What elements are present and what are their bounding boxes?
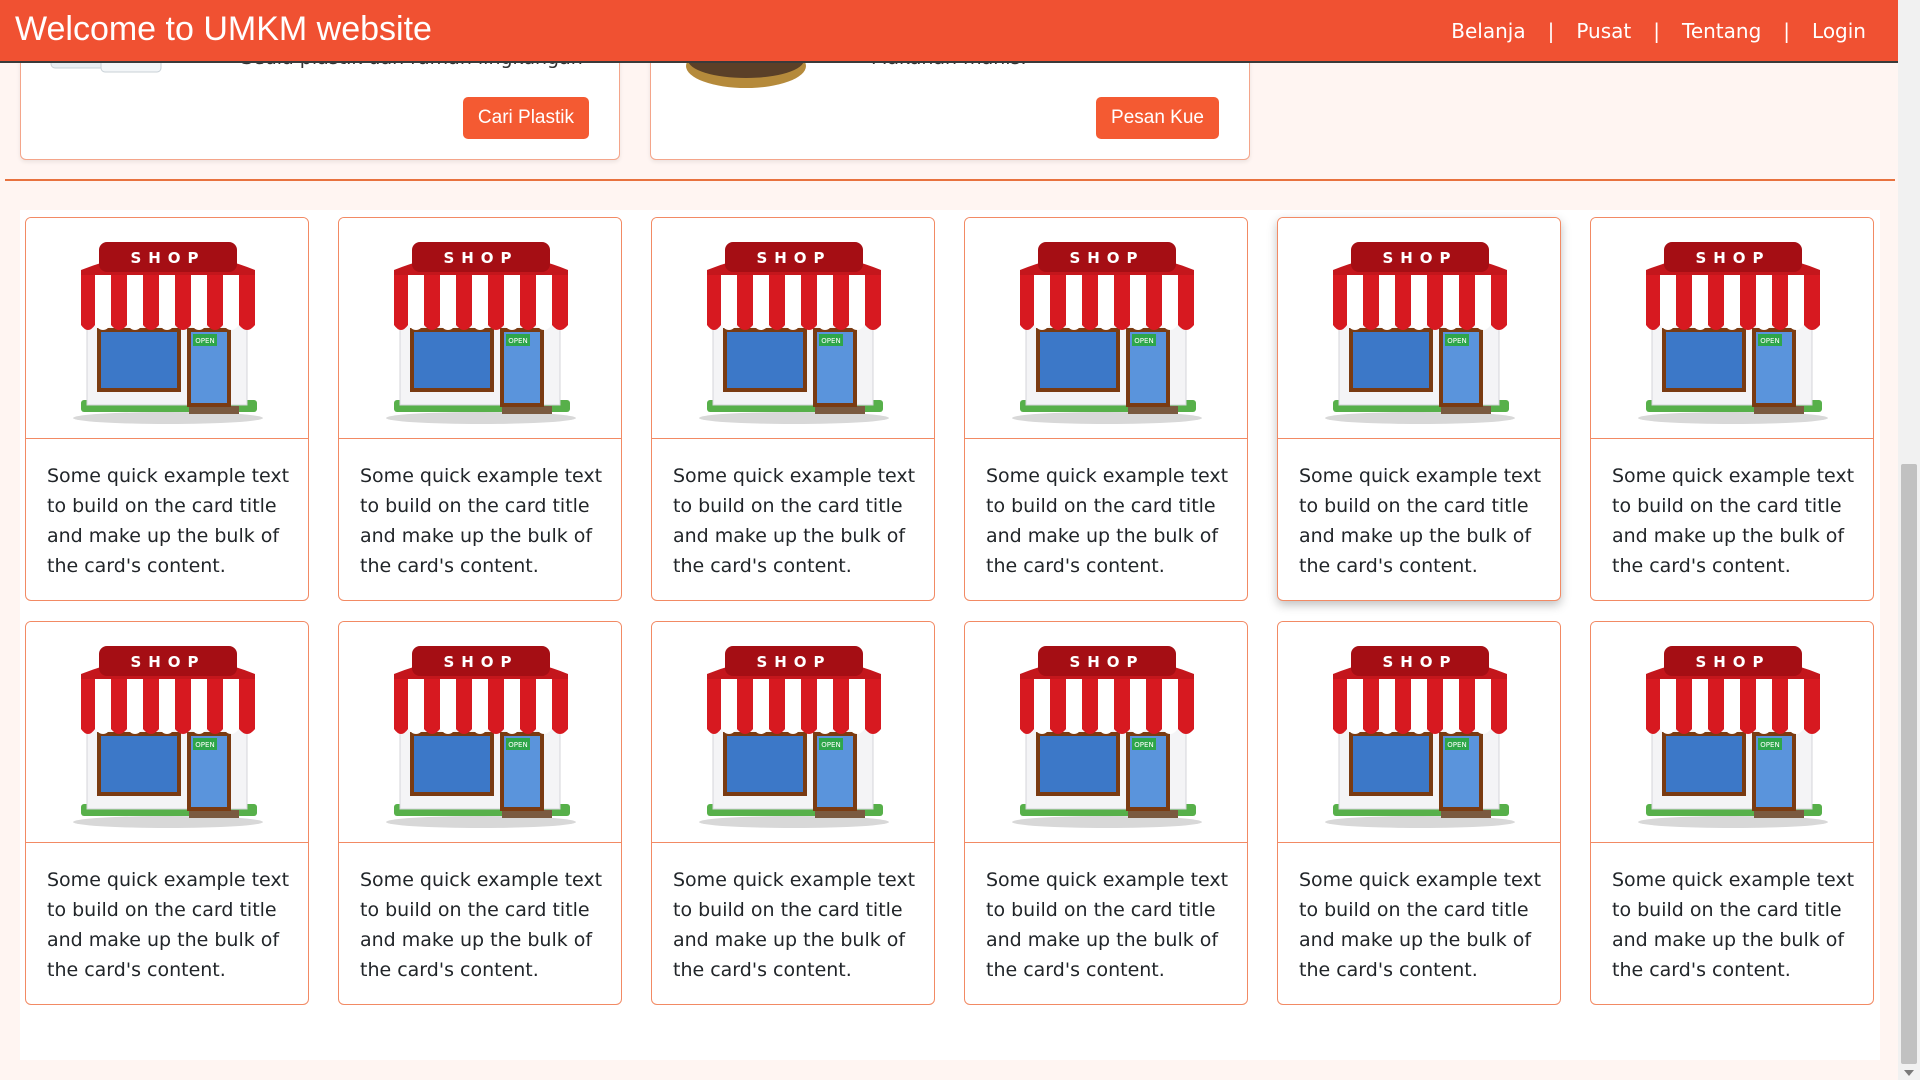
nav-links: Belanja | Pusat | Tentang | Login: [1451, 19, 1866, 43]
shop-card[interactable]: OPEN SHOP Some quick example text to bui…: [964, 217, 1248, 601]
shop-card-image: OPEN SHOP: [26, 218, 308, 439]
shop-card-image: OPEN SHOP: [1591, 622, 1873, 843]
shop-card[interactable]: OPEN SHOP Some quick example text to bui…: [1590, 217, 1874, 601]
shop-icon: OPEN SHOP: [1012, 646, 1202, 828]
shop-card-image: OPEN SHOP: [1278, 622, 1560, 843]
shop-icon: OPEN SHOP: [1638, 646, 1828, 828]
shop-card-image: OPEN SHOP: [339, 218, 621, 439]
svg-text:SHOP: SHOP: [1069, 653, 1144, 671]
svg-text:OPEN: OPEN: [1134, 741, 1153, 749]
svg-text:SHOP: SHOP: [1382, 249, 1457, 267]
svg-text:SHOP: SHOP: [443, 249, 518, 267]
shop-card-image: OPEN SHOP: [652, 218, 934, 439]
svg-text:SHOP: SHOP: [1069, 249, 1144, 267]
shop-card-image: OPEN SHOP: [26, 622, 308, 843]
shop-icon: OPEN SHOP: [1325, 646, 1515, 828]
shop-card[interactable]: OPEN SHOP Some quick example text to bui…: [1277, 217, 1561, 601]
svg-text:SHOP: SHOP: [756, 249, 831, 267]
shop-icon: OPEN SHOP: [386, 242, 576, 424]
svg-text:OPEN: OPEN: [1447, 741, 1466, 749]
shop-card-text: Some quick example text to build on the …: [47, 869, 290, 981]
shop-card-image: OPEN SHOP: [965, 218, 1247, 439]
svg-text:OPEN: OPEN: [821, 741, 840, 749]
shop-icon: OPEN SHOP: [1012, 242, 1202, 424]
shop-card[interactable]: OPEN SHOP Some quick example text to bui…: [25, 217, 309, 601]
nav-pusat[interactable]: Pusat: [1576, 19, 1631, 43]
shop-icon: OPEN SHOP: [699, 646, 889, 828]
svg-text:SHOP: SHOP: [130, 653, 205, 671]
shop-card[interactable]: OPEN SHOP Some quick example text to bui…: [964, 621, 1248, 1005]
shop-card-text: Some quick example text to build on the …: [1299, 465, 1542, 577]
shop-card[interactable]: OPEN SHOP Some quick example text to bui…: [25, 621, 309, 1005]
shop-card[interactable]: OPEN SHOP Some quick example text to bui…: [651, 621, 935, 1005]
nav-separator: |: [1783, 19, 1791, 43]
shop-card-image: OPEN SHOP: [1278, 218, 1560, 439]
shop-icon: OPEN SHOP: [1638, 242, 1828, 424]
svg-text:SHOP: SHOP: [756, 653, 831, 671]
shop-icon: OPEN SHOP: [699, 242, 889, 424]
svg-text:OPEN: OPEN: [1760, 741, 1779, 749]
cari-plastik-button[interactable]: Cari Plastik: [462, 97, 589, 139]
shop-card[interactable]: OPEN SHOP Some quick example text to bui…: [651, 217, 935, 601]
svg-text:OPEN: OPEN: [195, 337, 214, 345]
shop-card[interactable]: OPEN SHOP Some quick example text to bui…: [1590, 621, 1874, 1005]
scroll-down-arrow-icon[interactable]: [1904, 1070, 1914, 1076]
scrollbar-thumb[interactable]: [1901, 464, 1917, 1064]
nav-login[interactable]: Login: [1812, 19, 1866, 43]
shop-card-image: OPEN SHOP: [339, 622, 621, 843]
shop-card-text: Some quick example text to build on the …: [47, 465, 290, 577]
shop-card-text: Some quick example text to build on the …: [360, 465, 603, 577]
shop-card-text: Some quick example text to build on the …: [1612, 465, 1855, 577]
shop-card-image: OPEN SHOP: [965, 622, 1247, 843]
shop-card-image: OPEN SHOP: [652, 622, 934, 843]
vertical-scrollbar[interactable]: [1898, 0, 1920, 1080]
shop-icon: OPEN SHOP: [73, 646, 263, 828]
svg-text:SHOP: SHOP: [1695, 249, 1770, 267]
svg-text:OPEN: OPEN: [821, 337, 840, 345]
nav-separator: |: [1547, 19, 1555, 43]
shop-icon: OPEN SHOP: [386, 646, 576, 828]
shop-card-text: Some quick example text to build on the …: [673, 465, 916, 577]
nav-tentang[interactable]: Tentang: [1682, 19, 1761, 43]
shop-card[interactable]: OPEN SHOP Some quick example text to bui…: [338, 217, 622, 601]
shop-card-text: Some quick example text to build on the …: [1612, 869, 1855, 981]
shop-card[interactable]: OPEN SHOP Some quick example text to bui…: [338, 621, 622, 1005]
svg-text:SHOP: SHOP: [443, 653, 518, 671]
shop-card-text: Some quick example text to build on the …: [986, 869, 1229, 981]
shop-card-text: Some quick example text to build on the …: [360, 869, 603, 981]
shop-icon: OPEN SHOP: [73, 242, 263, 424]
svg-text:SHOP: SHOP: [1382, 653, 1457, 671]
shop-card-text: Some quick example text to build on the …: [1299, 869, 1542, 981]
section-divider: [5, 179, 1895, 181]
brand-title[interactable]: Welcome to UMKM website: [15, 10, 432, 49]
svg-text:OPEN: OPEN: [1447, 337, 1466, 345]
svg-text:OPEN: OPEN: [508, 741, 527, 749]
svg-text:OPEN: OPEN: [195, 741, 214, 749]
svg-text:SHOP: SHOP: [130, 249, 205, 267]
nav-separator: |: [1653, 19, 1660, 43]
svg-text:OPEN: OPEN: [1134, 337, 1153, 345]
shop-card[interactable]: OPEN SHOP Some quick example text to bui…: [1277, 621, 1561, 1005]
nav-belanja[interactable]: Belanja: [1451, 19, 1525, 43]
shop-card-text: Some quick example text to build on the …: [986, 465, 1229, 577]
svg-text:SHOP: SHOP: [1695, 653, 1770, 671]
svg-text:OPEN: OPEN: [1760, 337, 1779, 345]
shop-card-image: OPEN SHOP: [1591, 218, 1873, 439]
pesan-kue-button[interactable]: Pesan Kue: [1096, 97, 1219, 139]
navbar: Welcome to UMKM website Belanja | Pusat …: [0, 0, 1898, 63]
shop-card-text: Some quick example text to build on the …: [673, 869, 916, 981]
shop-icon: OPEN SHOP: [1325, 242, 1515, 424]
svg-text:OPEN: OPEN: [508, 337, 527, 345]
shop-grid: OPEN SHOP Some quick example text to bui…: [20, 210, 1880, 1060]
